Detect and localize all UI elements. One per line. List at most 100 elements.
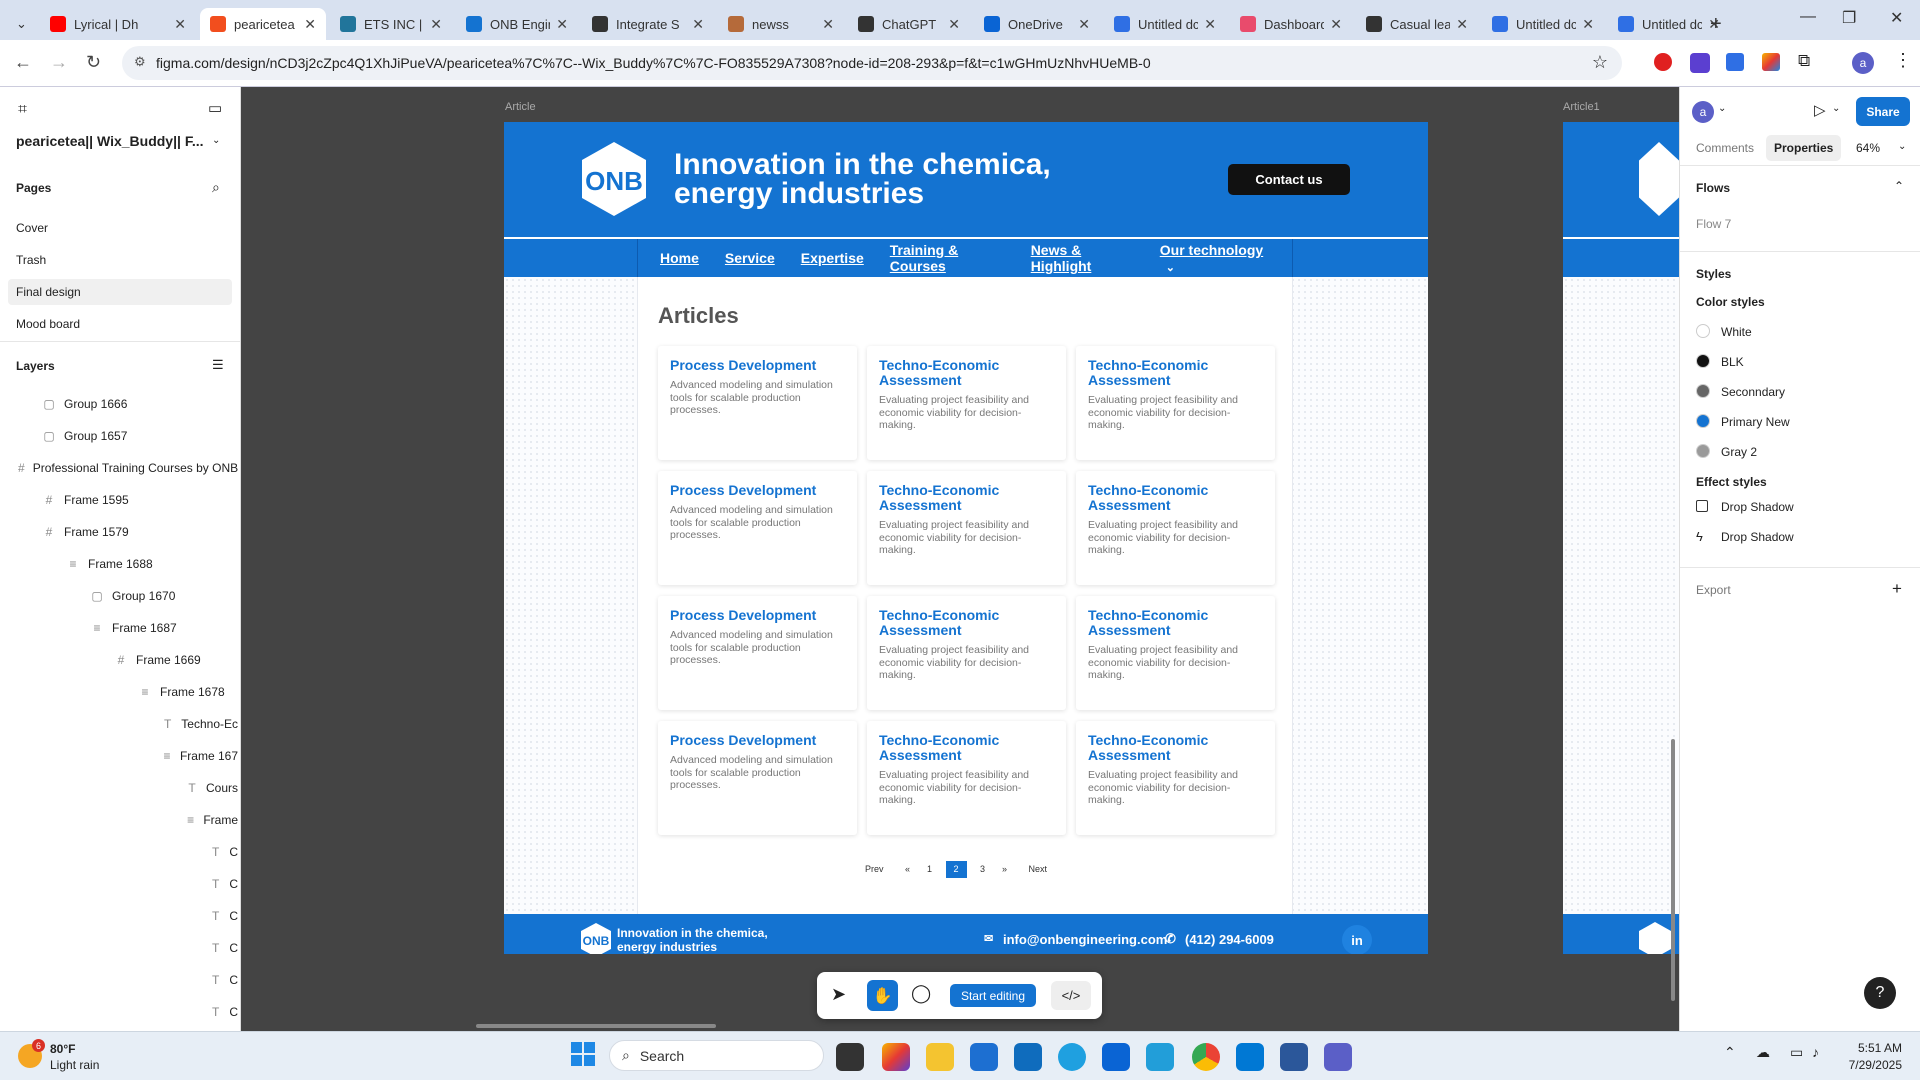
effect-style-item[interactable]: Drop Shadow [1721, 530, 1794, 544]
layer-item[interactable]: ≡ Frame 1678 [138, 685, 224, 699]
figma-canvas[interactable]: Article Article1 ONB Innovation in the c… [241, 87, 1679, 1031]
article-frame[interactable]: ONB Innovation in the chemica, energy in… [504, 122, 1428, 954]
taskbar-search[interactable]: ⌕ Search [609, 1040, 824, 1071]
browser-tab[interactable]: ONB Engin ✕ [456, 8, 578, 40]
article1-frame[interactable] [1563, 122, 1679, 954]
hand-tool-icon[interactable]: ✋ [867, 980, 898, 1011]
extension-color-icon[interactable] [1762, 53, 1780, 71]
present-play-icon[interactable]: ▷ [1814, 101, 1826, 119]
close-icon[interactable]: ✕ [1582, 16, 1594, 33]
layer-item[interactable]: ≡ Frame 167 [162, 749, 238, 763]
collapse-icon[interactable]: ⌃ [1894, 179, 1904, 193]
maximize-icon[interactable]: ❐ [1842, 8, 1856, 28]
linkedin-icon[interactable]: in [1342, 925, 1372, 954]
pagination-page[interactable]: 2 [945, 860, 967, 878]
article-card[interactable]: Techno-Economic Assessment Evaluating pro… [1076, 596, 1275, 710]
forward-icon[interactable]: → [50, 52, 68, 73]
layer-item[interactable]: TC [210, 1005, 238, 1019]
nav-link[interactable]: Our technology ⌄ [1160, 242, 1266, 274]
nav-link[interactable]: Service [725, 250, 775, 266]
nav-link[interactable]: Expertise [801, 250, 864, 266]
zoom-level[interactable]: 64% [1856, 141, 1880, 155]
extensions-puzzle-icon[interactable]: ⧉ [1798, 51, 1810, 71]
layer-item[interactable]: T Techno-Ec [162, 717, 238, 731]
color-style-item[interactable]: Seconndary [1721, 385, 1785, 399]
layer-item[interactable]: ▢ Group 1657 [42, 429, 127, 443]
article-card[interactable]: Techno-Economic Assessment Evaluating pro… [867, 596, 1066, 710]
file-explorer-icon[interactable] [926, 1043, 954, 1071]
layer-item[interactable]: # Frame 1595 [42, 493, 129, 507]
onedrive-icon[interactable] [1102, 1043, 1130, 1071]
onedrive-tray-icon[interactable]: ☁ [1756, 1044, 1770, 1061]
close-icon[interactable]: ✕ [556, 16, 568, 33]
pagination-page[interactable]: 1 [924, 861, 936, 878]
pagination-next[interactable]: Next [1029, 861, 1048, 878]
layer-item[interactable]: TC [210, 877, 238, 891]
browser-tab[interactable]: OneDrive ✕ [974, 8, 1100, 40]
weather-temp[interactable]: 80°F [50, 1042, 75, 1056]
page-item[interactable]: Trash [8, 247, 232, 273]
browser-tab[interactable]: Untitled dc ✕ [1482, 8, 1604, 40]
color-style-item[interactable]: Primary New [1721, 415, 1790, 429]
horizontal-scrollbar[interactable] [476, 1024, 716, 1028]
browser-tab[interactable]: Casual lea ✕ [1356, 8, 1478, 40]
tab-comments[interactable]: Comments [1696, 141, 1754, 155]
extension-badge-icon[interactable] [1690, 53, 1710, 73]
browser-tab[interactable]: Dashboard ✕ [1230, 8, 1352, 40]
extension-opera-icon[interactable] [1654, 53, 1672, 71]
clock-time[interactable]: 5:51 AM [1838, 1041, 1902, 1055]
pagination-page[interactable]: 3 [977, 861, 989, 878]
address-bar[interactable]: ⚙ figma.com/design/nCD3j2cZpc4Q1XhJiPueV… [122, 46, 1622, 80]
tray-chevron-icon[interactable]: ⌃ [1724, 1044, 1736, 1061]
layer-item[interactable]: ≡ Frame [186, 813, 238, 827]
close-icon[interactable]: ✕ [430, 16, 442, 33]
browser-tab[interactable]: Lyrical | Dh ✕ [40, 8, 196, 40]
pagination-first-icon[interactable]: « [902, 861, 914, 878]
copilot-icon[interactable] [882, 1043, 910, 1071]
article-card[interactable]: Techno-Economic Assessment Evaluating pro… [1076, 346, 1275, 460]
article-card[interactable]: Process Development Advanced modeling and… [658, 346, 857, 460]
figma-menu-icon[interactable]: ⌗ [18, 101, 27, 119]
store-icon[interactable] [970, 1043, 998, 1071]
frame-label-article1[interactable]: Article1 [1563, 101, 1600, 113]
weather-desc[interactable]: Light rain [50, 1058, 99, 1072]
color-style-item[interactable]: White [1721, 325, 1752, 339]
volume-icon[interactable]: ♪ [1812, 1044, 1819, 1060]
chevron-down-icon[interactable]: ⌄ [1832, 103, 1840, 114]
layer-item[interactable]: ≡ Frame 1687 [90, 621, 176, 635]
article-card[interactable]: Techno-Economic Assessment Evaluating pro… [867, 471, 1066, 585]
browser-tab[interactable]: ETS INC | t ✕ [330, 8, 452, 40]
close-icon[interactable]: ✕ [174, 16, 186, 33]
bookmark-star-icon[interactable]: ☆ [1592, 52, 1608, 73]
pagination-prev[interactable]: Prev [865, 861, 884, 878]
extension-docs-icon[interactable] [1726, 53, 1744, 71]
browser-menu-icon[interactable]: ⋮ [1894, 50, 1912, 71]
back-icon[interactable]: ← [14, 52, 32, 73]
effect-style-item[interactable]: Drop Shadow [1721, 500, 1794, 514]
layer-item[interactable]: ▢ Group 1666 [42, 397, 127, 411]
layer-item[interactable]: ▢ Group 1670 [90, 589, 175, 603]
outlook-icon[interactable] [1014, 1043, 1042, 1071]
page-item[interactable]: Mood board [8, 311, 232, 337]
browser-tab[interactable]: Integrate S ✕ [582, 8, 714, 40]
contact-us-button[interactable]: Contact us [1228, 164, 1350, 195]
close-icon[interactable]: ✕ [1204, 16, 1216, 33]
clock-date[interactable]: 7/29/2025 [1830, 1058, 1902, 1072]
tab-list-button[interactable]: ⌄ [6, 8, 36, 40]
close-icon[interactable]: ✕ [1890, 8, 1903, 28]
toggle-sidebar-icon[interactable]: ▭ [208, 99, 222, 117]
chevron-down-icon[interactable]: ⌄ [1718, 103, 1726, 114]
article-card[interactable]: Techno-Economic Assessment Evaluating pro… [1076, 721, 1275, 835]
nav-link[interactable]: News & Highlight [1031, 242, 1134, 274]
windows-start-icon[interactable] [571, 1042, 595, 1066]
chrome-icon[interactable] [1192, 1043, 1220, 1071]
layer-item[interactable]: TC [210, 941, 238, 955]
vscode-icon[interactable] [1236, 1043, 1264, 1071]
chevron-down-icon[interactable]: ⌄ [1898, 141, 1906, 152]
add-export-icon[interactable]: + [1892, 579, 1902, 599]
nav-link[interactable]: Home [660, 250, 699, 266]
browser-tab[interactable]: pearicetea ✕ [200, 8, 326, 40]
close-icon[interactable]: ✕ [1456, 16, 1468, 33]
network-icon[interactable]: ▭ [1790, 1044, 1803, 1061]
tab-properties[interactable]: Properties [1766, 135, 1842, 161]
